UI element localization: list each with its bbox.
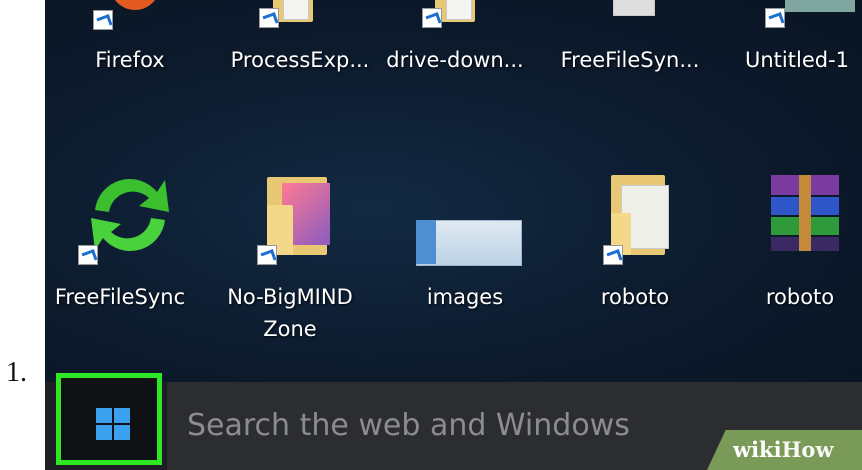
- desktop-icon-roboto-folder[interactable]: roboto: [575, 165, 725, 309]
- icon-label: Firefox: [95, 48, 165, 72]
- desktop-icon-freefilesync-folder[interactable]: FreeFileSyn...: [555, 0, 705, 80]
- step-number: 1.: [6, 357, 27, 388]
- document-sheet: [446, 0, 472, 20]
- icon-label: roboto: [600, 285, 670, 309]
- folder-icon: [613, 0, 655, 16]
- desktop-icon-images[interactable]: images: [410, 165, 560, 309]
- shortcut-arrow-icon: [93, 10, 113, 30]
- icon-label: Untitled-1: [745, 48, 850, 72]
- desktop-icon-processexp[interactable]: ProcessExp...: [215, 0, 369, 80]
- icon-label-line1: No-BigMIND: [227, 285, 353, 309]
- shortcut-arrow-icon: [257, 245, 277, 265]
- icon-label: images: [426, 285, 504, 309]
- image-file-icon: [785, 0, 855, 12]
- shortcut-arrow-icon: [259, 8, 279, 28]
- start-button[interactable]: [56, 373, 162, 465]
- icon-label: FreeFileSync: [54, 285, 186, 309]
- icon-label-line2: Zone: [263, 317, 317, 341]
- icon-label: FreeFileSyn...: [560, 48, 700, 72]
- document-sheet: [283, 0, 309, 20]
- desktop-icon-firefox[interactable]: Firefox: [55, 0, 205, 80]
- search-placeholder: Search the web and Windows: [187, 408, 630, 443]
- wikihow-watermark: wikiHow: [733, 437, 834, 462]
- shortcut-arrow-icon: [603, 245, 623, 265]
- windows-logo-icon: [96, 408, 130, 440]
- firefox-icon: [110, 0, 160, 10]
- desktop-icon-roboto-archive[interactable]: roboto: [735, 165, 862, 309]
- image-thumbnail-bar: [416, 220, 436, 264]
- logo-pane: [114, 425, 130, 440]
- shortcut-arrow-icon: [765, 8, 785, 28]
- desktop-icon-untitled[interactable]: Untitled-1: [725, 0, 862, 80]
- shortcut-arrow-icon: [422, 8, 442, 28]
- shortcut-arrow-icon: [78, 245, 98, 265]
- logo-pane: [96, 408, 112, 423]
- winrar-archive-icon: [771, 175, 839, 251]
- desktop: Firefox ProcessExp... drive-down... Free…: [45, 0, 862, 382]
- logo-pane: [114, 408, 130, 423]
- logo-pane: [96, 425, 112, 440]
- screenshot-frame: Firefox ProcessExp... drive-down... Free…: [45, 0, 862, 470]
- icon-label: roboto: [765, 285, 835, 309]
- icon-label: ProcessExp...: [230, 48, 370, 72]
- archive-strap: [799, 175, 811, 251]
- freefilesync-icon: [91, 178, 169, 252]
- desktop-icon-freefilesync[interactable]: FreeFileSync: [45, 165, 195, 309]
- watermark-part2: How: [781, 437, 834, 462]
- icon-label: drive-down...: [386, 48, 524, 72]
- watermark-part1: wiki: [733, 437, 782, 462]
- desktop-icon-drive-down[interactable]: drive-down...: [380, 0, 530, 80]
- desktop-icon-no-bigmind[interactable]: No-BigMIND Zone: [210, 165, 360, 345]
